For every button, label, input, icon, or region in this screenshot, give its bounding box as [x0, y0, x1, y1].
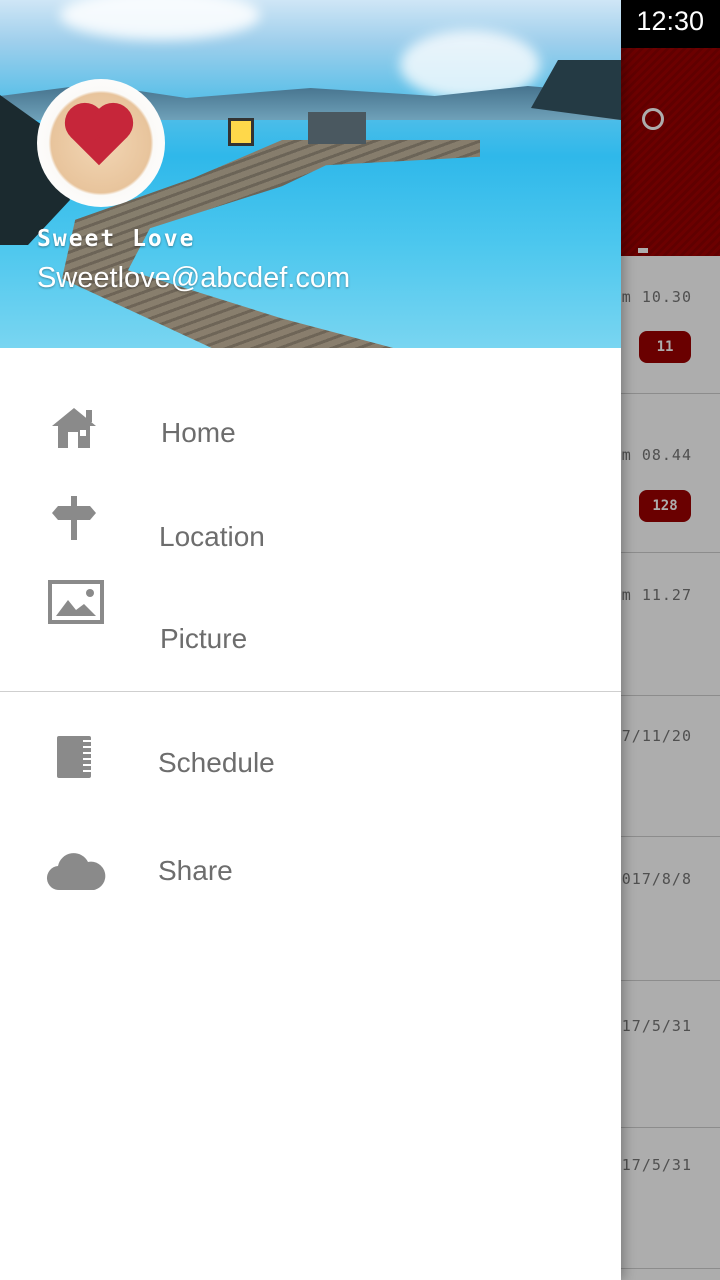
drawer-item-label: Home	[161, 417, 236, 448]
home-icon	[50, 406, 98, 455]
image-icon	[48, 580, 104, 629]
header-cloud	[60, 0, 260, 40]
drawer-item-picture[interactable]: Picture	[0, 578, 621, 682]
status-clock: 12:30	[636, 6, 704, 36]
drawer-header: Sweet Love Sweetlove@abcdef.com	[0, 0, 621, 348]
user-name: Sweet Love	[37, 226, 196, 252]
drawer-item-location[interactable]: Location	[0, 490, 621, 582]
signpost-icon	[50, 496, 98, 545]
drawer-item-share[interactable]: Share	[0, 828, 621, 920]
heart-cookie-image	[70, 108, 128, 166]
user-email: Sweetlove@abcdef.com	[37, 262, 351, 294]
notebook-icon	[55, 734, 95, 785]
avatar[interactable]	[37, 79, 165, 207]
navigation-drawer: Sweet Love Sweetlove@abcdef.com Home Loc…	[0, 0, 621, 1280]
header-lamp	[228, 118, 254, 146]
drawer-divider	[0, 691, 621, 692]
drawer-item-label: Share	[158, 855, 233, 886]
header-hut	[308, 112, 366, 144]
drawer-item-label: Location	[159, 521, 265, 552]
drawer-item-label: Picture	[160, 623, 248, 654]
drawer-item-schedule[interactable]: Schedule	[0, 720, 621, 812]
drawer-item-home[interactable]: Home	[0, 390, 621, 480]
cloud-icon	[46, 848, 106, 897]
drawer-item-label: Schedule	[158, 747, 275, 778]
